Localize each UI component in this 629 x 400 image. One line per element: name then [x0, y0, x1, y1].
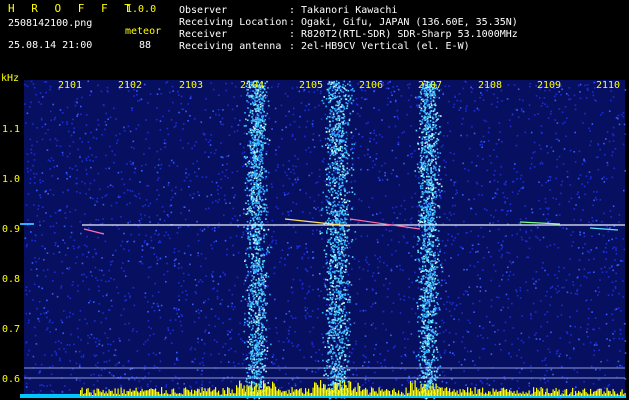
noise-floor	[24, 80, 625, 398]
x-tick-label: 2107	[418, 80, 443, 91]
x-tick-label: 2102	[118, 80, 143, 91]
x-tick-label: 2104	[240, 80, 265, 91]
spectrogram-plot	[20, 80, 627, 400]
x-tick-label: 2105	[299, 80, 324, 91]
x-tick-label: 2101	[58, 80, 83, 91]
y-tick-label: 0.9	[2, 224, 21, 235]
hrofft-spectrogram-window: H R O F F T 1.0.0 2508142100.png 25.08.1…	[0, 0, 629, 400]
y-tick-label: 0.6	[2, 374, 21, 385]
x-tick-label: 2109	[537, 80, 562, 91]
x-tick-label: 2106	[359, 80, 384, 91]
x-tick-label: 2110	[596, 80, 621, 91]
y-tick-label: 1.1	[2, 124, 21, 135]
y-tick-label: 1.0	[2, 174, 21, 185]
signal-floor	[24, 396, 625, 398]
y-tick-label: 0.8	[2, 274, 21, 285]
x-tick-label: 2108	[478, 80, 503, 91]
y-tick-label: 0.7	[2, 324, 21, 335]
y-axis-unit: kHz	[1, 73, 20, 84]
x-tick-label: 2103	[179, 80, 204, 91]
